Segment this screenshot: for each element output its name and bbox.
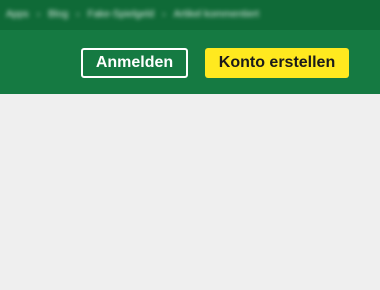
login-button[interactable]: Anmelden: [81, 48, 188, 78]
breadcrumb: Apps › Blog › Fake-Spielgeld › Artikel k…: [6, 9, 259, 20]
breadcrumb-separator: ›: [76, 9, 80, 20]
top-navigation-bar: Apps › Blog › Fake-Spielgeld › Artikel k…: [0, 0, 380, 94]
breadcrumb-strip: Apps › Blog › Fake-Spielgeld › Artikel k…: [0, 0, 380, 30]
breadcrumb-separator: ›: [36, 9, 41, 20]
breadcrumb-item-blog[interactable]: Blog: [48, 9, 68, 20]
breadcrumb-item-apps[interactable]: Apps: [6, 9, 29, 20]
create-account-button[interactable]: Konto erstellen: [205, 48, 349, 78]
breadcrumb-separator: ›: [162, 9, 166, 20]
breadcrumb-item-category[interactable]: Fake-Spielgeld: [88, 9, 155, 20]
main-content-area: [0, 94, 380, 290]
breadcrumb-item-current: Artikel kommentiert: [173, 9, 260, 20]
